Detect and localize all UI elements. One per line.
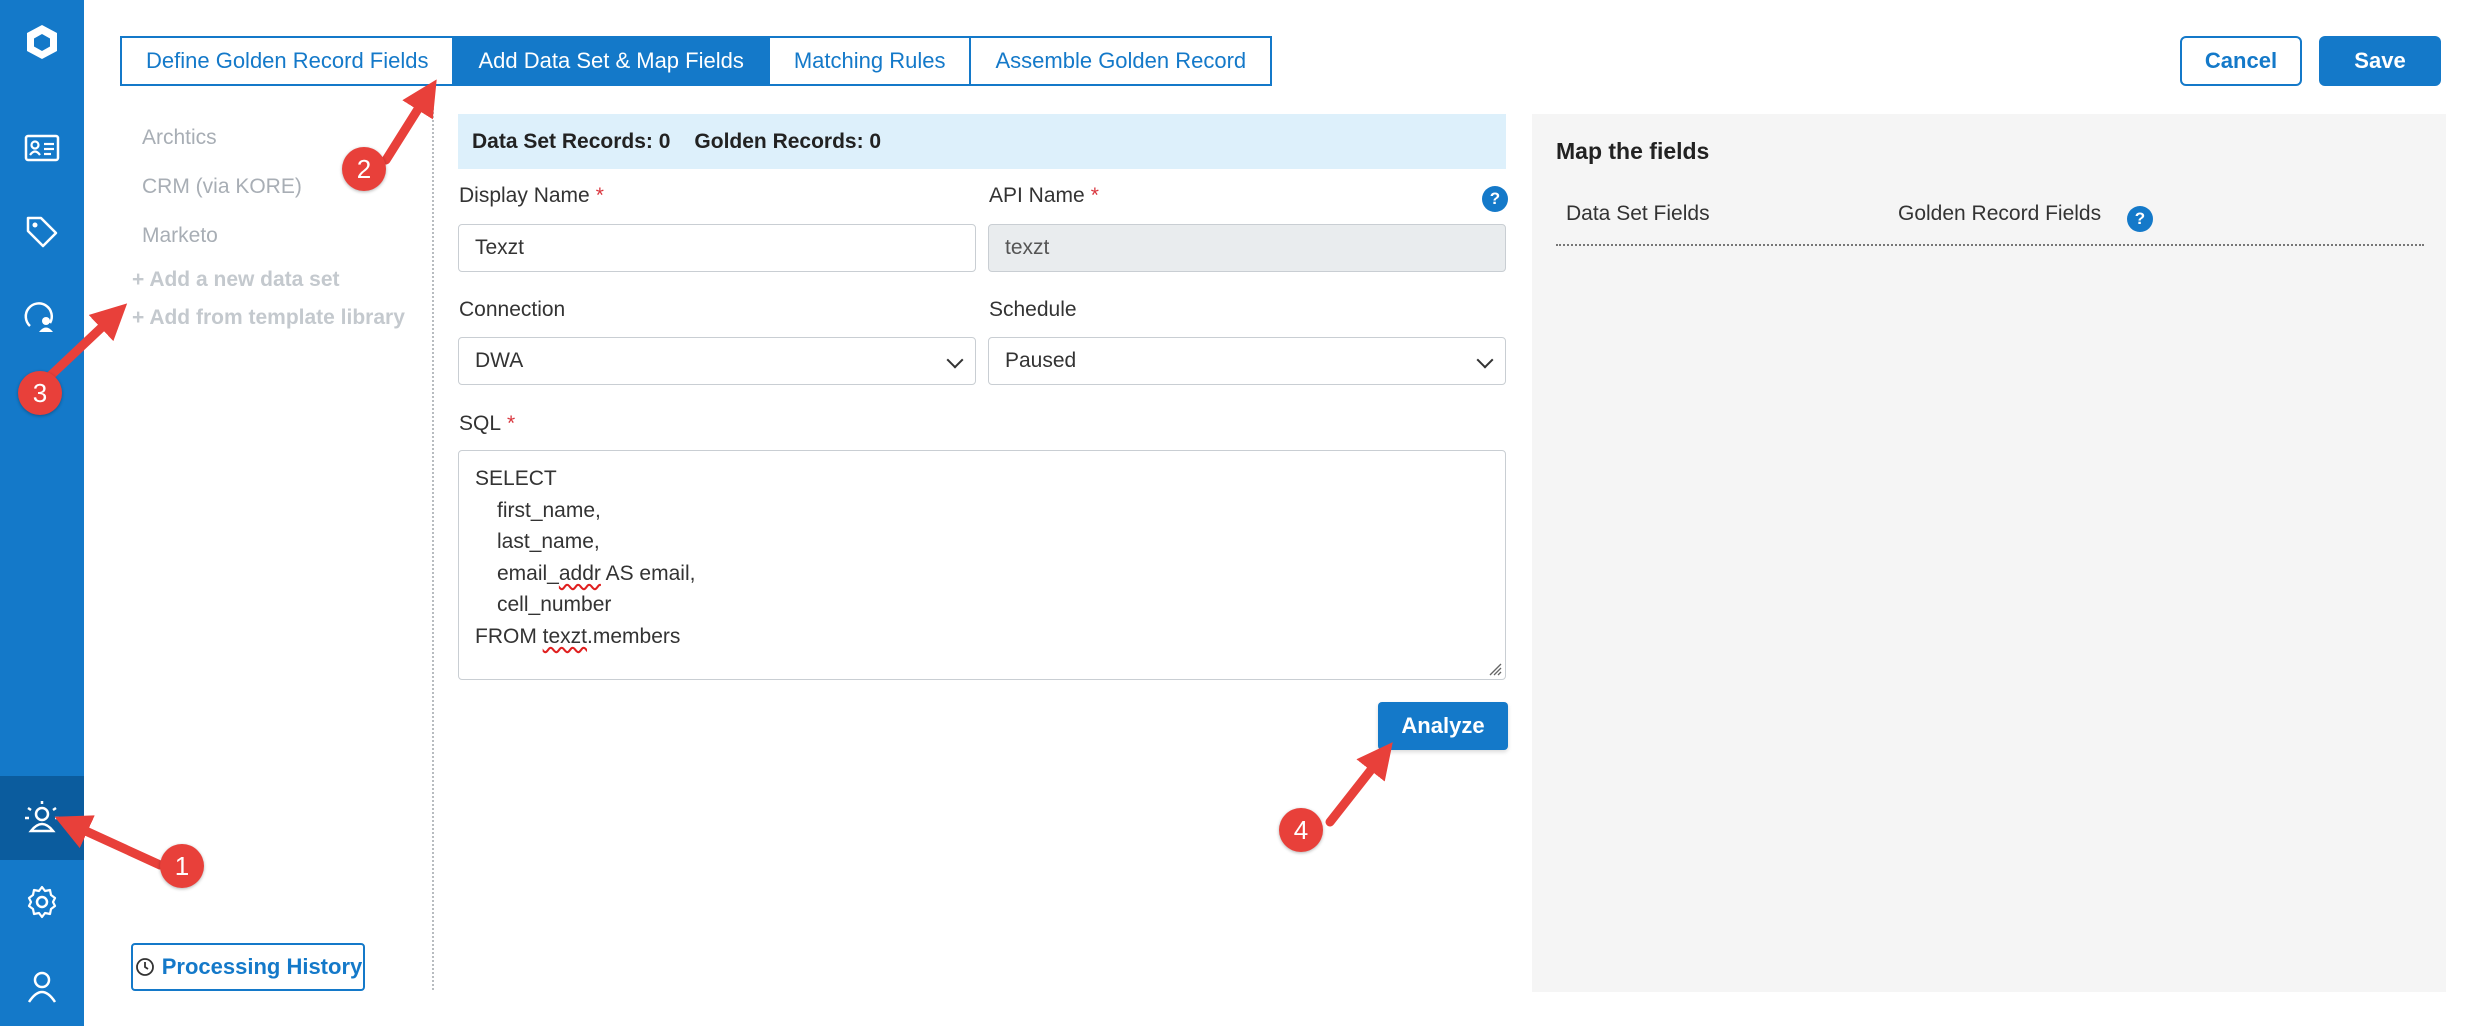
annotation-arrow-1: [54, 815, 165, 870]
annotation-arrow-4: [1325, 742, 1393, 827]
annotation-badge: 2: [342, 147, 386, 191]
annotation-badge: 1: [160, 844, 204, 888]
annotation-arrow-3: [43, 303, 128, 383]
annotation-arrow-2: [381, 79, 437, 165]
annotation-badge: 3: [18, 371, 62, 415]
annotation-badge: 4: [1279, 808, 1323, 852]
